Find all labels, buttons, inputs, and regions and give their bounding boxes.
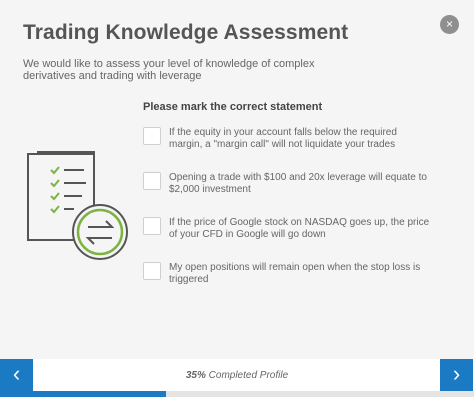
progress-bar-fill bbox=[0, 391, 166, 397]
option-checkbox[interactable] bbox=[143, 172, 161, 190]
chevron-right-icon[interactable]: › bbox=[440, 359, 473, 391]
option-checkbox[interactable] bbox=[143, 217, 161, 235]
option-label: If the equity in your account falls belo… bbox=[169, 127, 397, 150]
option-label: Opening a trade with $100 and 20x levera… bbox=[169, 172, 427, 195]
question-prompt: Please mark the correct statement bbox=[143, 101, 323, 113]
page-subtitle: We would like to assess your level of kn… bbox=[23, 58, 315, 82]
option-checkbox[interactable] bbox=[143, 127, 161, 145]
progress-value: 35% bbox=[185, 370, 206, 381]
option-label: If the price of Google stock on NASDAQ g… bbox=[169, 217, 430, 240]
progress-bar bbox=[0, 391, 474, 397]
option-label: My open positions will remain open when … bbox=[169, 262, 421, 285]
option-checkbox[interactable] bbox=[143, 262, 161, 280]
progress-label: Completed Profile bbox=[208, 370, 289, 381]
checklist-exchange-icon bbox=[24, 150, 132, 262]
assessment-modal: × Trading Knowledge Assessment We would … bbox=[0, 0, 474, 397]
progress-status: 35% Completed Profile bbox=[0, 370, 474, 381]
page-title: Trading Knowledge Assessment bbox=[23, 21, 349, 44]
close-icon[interactable]: × bbox=[440, 15, 459, 34]
